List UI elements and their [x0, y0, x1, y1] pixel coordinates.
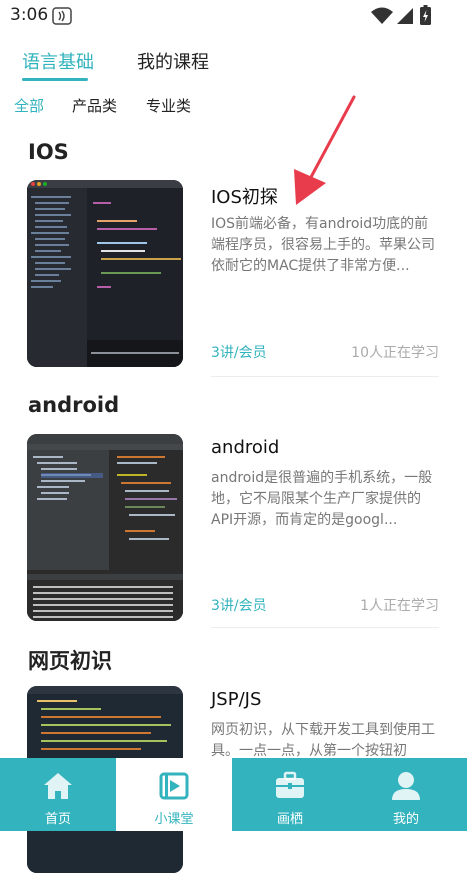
nav-gallery[interactable]: 画栖: [232, 758, 348, 831]
course-lessons: 3讲/会员: [211, 345, 267, 361]
nav-mine-label: 我的: [392, 812, 419, 827]
status-time: 3:06: [10, 5, 49, 25]
annotation-arrow: [294, 95, 356, 205]
course-title: IOS初探: [211, 187, 278, 208]
course-thumbnail: [27, 434, 183, 621]
tab-language-basics[interactable]: 语言基础: [22, 48, 94, 74]
nav-gallery-label: 画栖: [276, 812, 303, 827]
category-filter-bar: 全部 产品类 专业类: [0, 92, 467, 118]
top-tab-bar: 语言基础 我的课程: [0, 38, 467, 84]
bottom-navigation: 首页 小课堂 画栖 我的: [0, 758, 467, 831]
course-description: 网页初识，从下载开发工具到使用工具。一点一点，从第一个按钮初: [211, 722, 435, 759]
course-learners: 10人正在学习: [351, 345, 439, 361]
nav-class[interactable]: 小课堂: [116, 758, 232, 831]
divider: [211, 627, 439, 628]
wifi-icon: [371, 7, 393, 24]
nav-home[interactable]: 首页: [0, 758, 116, 831]
course-lessons: 3讲/会员: [211, 598, 267, 614]
battery-charging-icon: [420, 5, 431, 25]
nav-class-label: 小课堂: [154, 812, 194, 827]
filter-all[interactable]: 全部: [14, 95, 44, 116]
section-title-ios: IOS: [28, 140, 69, 164]
section-title-android: android: [28, 393, 120, 417]
course-learners: 1人正在学习: [360, 598, 439, 614]
nav-mine[interactable]: 我的: [348, 758, 464, 831]
active-tab-indicator: [22, 78, 88, 81]
course-description: android是很普遍的手机系统，一般地，它不局限某个生产厂家提供的API开源，…: [211, 470, 433, 528]
course-card-android[interactable]: android android是很普遍的手机系统，一般地，它不局限某个生产厂家提…: [0, 434, 467, 639]
course-card-ios[interactable]: IOS初探 IOS前端必备，有android功底的前端程序员，很容易上手的。苹果…: [0, 180, 467, 385]
home-icon: [44, 773, 72, 799]
divider: [211, 376, 439, 377]
tab-my-courses[interactable]: 我的课程: [137, 48, 209, 74]
course-thumbnail: [27, 180, 183, 367]
briefcase-icon: [276, 771, 304, 798]
course-description: IOS前端必备，有android功底的前端程序员，很容易上手的。苹果公司依耐它的…: [211, 216, 435, 274]
filter-professional[interactable]: 专业类: [146, 95, 191, 116]
video-class-icon: [159, 772, 189, 800]
nav-home-label: 首页: [44, 812, 71, 827]
signal-icon: [397, 8, 413, 24]
course-title: JSP/JS: [211, 689, 262, 710]
section-title-web: 网页初识: [28, 649, 112, 673]
nfc-icon: [52, 7, 72, 25]
status-bar: 3:06: [0, 0, 467, 32]
user-icon: [392, 772, 420, 800]
filter-product[interactable]: 产品类: [72, 95, 117, 116]
course-title: android: [211, 437, 280, 458]
